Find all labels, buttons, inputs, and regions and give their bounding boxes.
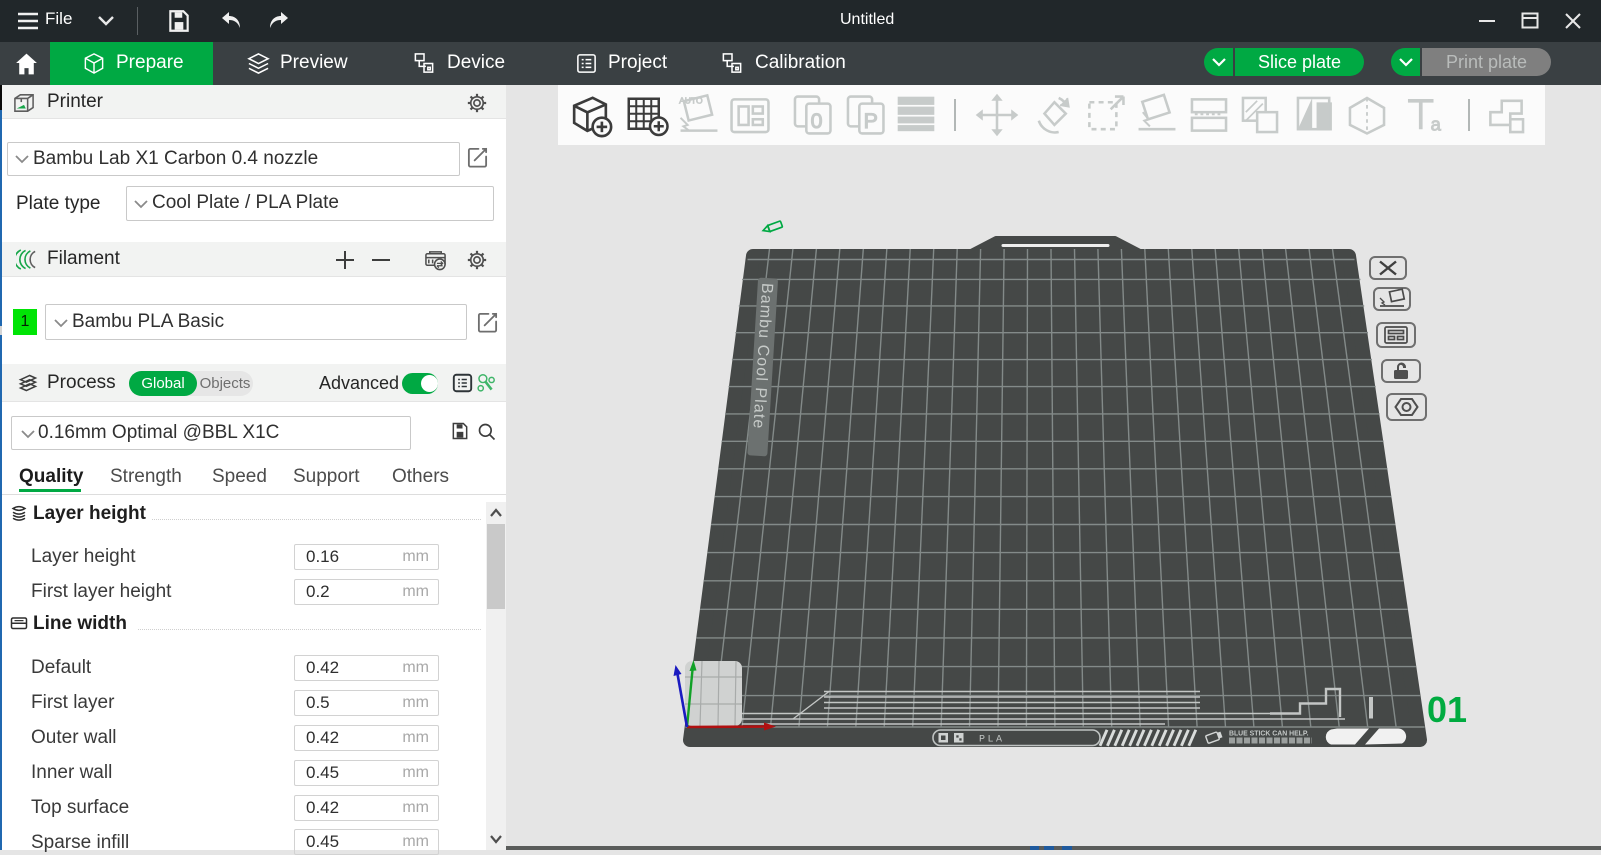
svg-text:01: 01 <box>1427 689 1467 730</box>
svg-text:BLUE STICK CAN HELP.: BLUE STICK CAN HELP. <box>1229 731 1309 738</box>
svg-text:a: a <box>1431 114 1442 135</box>
svg-text:P: P <box>864 109 878 133</box>
svg-text:PLA: PLA <box>979 735 1005 746</box>
svg-text:AUTO: AUTO <box>679 96 703 106</box>
svg-text:0: 0 <box>811 109 823 133</box>
